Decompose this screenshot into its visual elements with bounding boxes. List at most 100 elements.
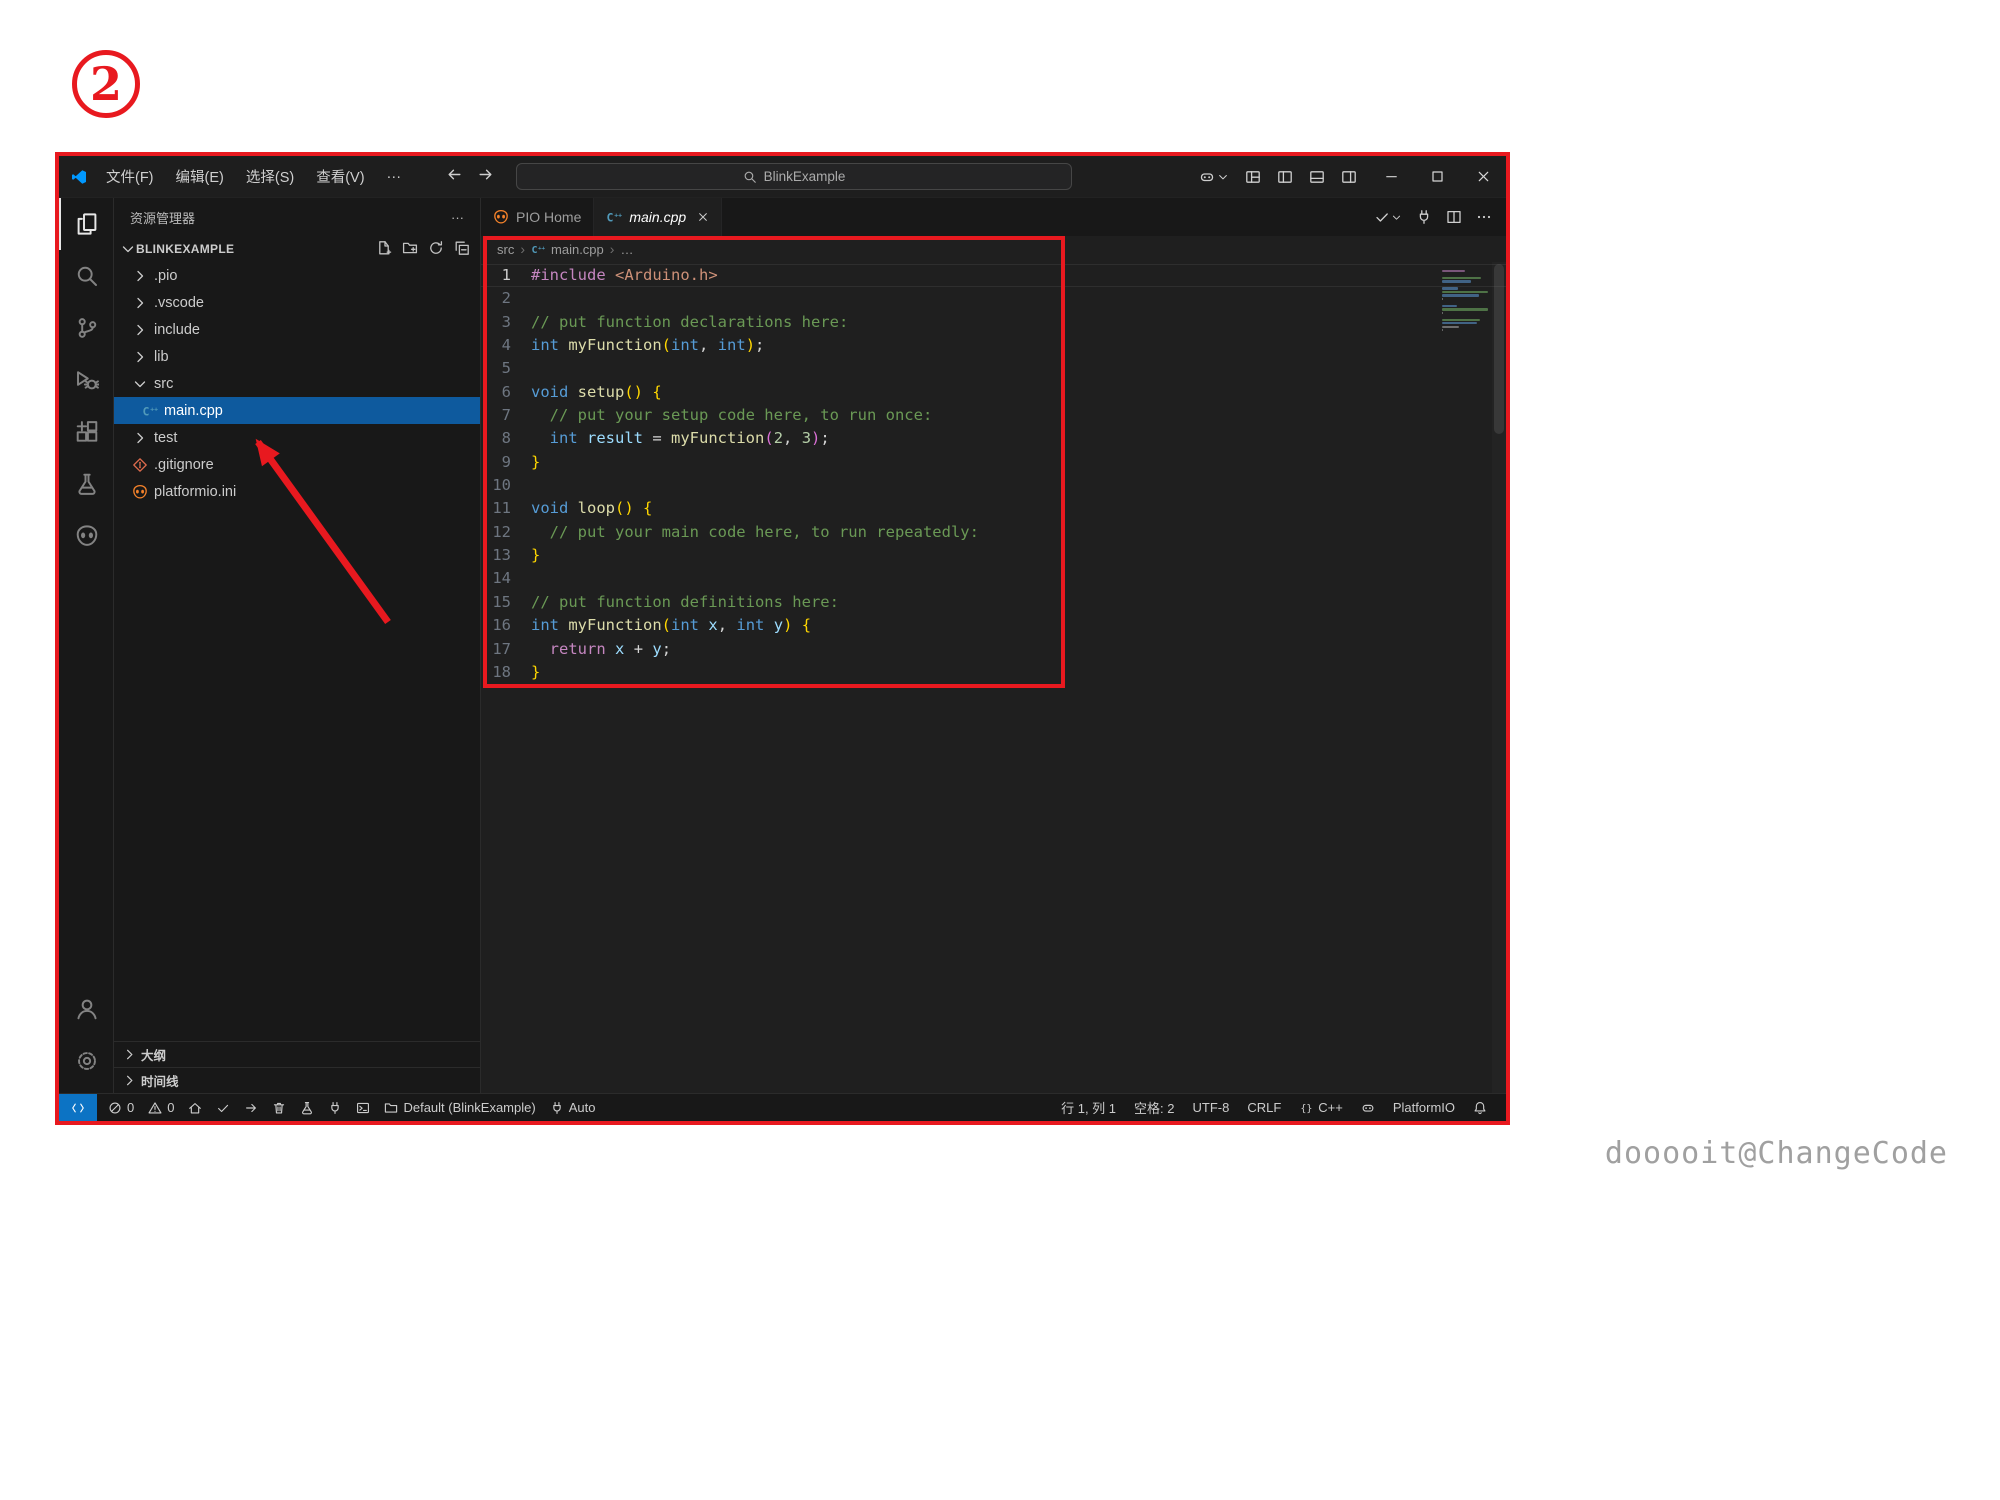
menu-item-3[interactable]: 查看(V) <box>305 162 375 191</box>
code-line-14[interactable]: 14 <box>481 567 1506 590</box>
code-line-16[interactable]: 16int myFunction(int x, int y) { <box>481 614 1506 637</box>
pio-env-selector[interactable]: Default (BlinkExample) <box>377 1094 542 1121</box>
pio-home-button[interactable] <box>181 1094 209 1121</box>
copilot-status[interactable] <box>1352 1094 1384 1121</box>
chevron-down-icon <box>132 376 148 392</box>
maximize-button[interactable] <box>1414 156 1460 197</box>
tree-item-src[interactable]: src <box>114 370 480 397</box>
copilot-button[interactable] <box>1196 166 1232 188</box>
tree-item-test[interactable]: test <box>114 424 480 451</box>
minimap[interactable] <box>1442 270 1490 333</box>
navigate-forward-button[interactable] <box>477 166 494 188</box>
status-label: 0 <box>167 1100 174 1115</box>
code-line-17[interactable]: 17 return x + y; <box>481 638 1506 661</box>
code-line-1[interactable]: 1#include <Arduino.h> <box>481 264 1506 287</box>
command-center-search[interactable]: BlinkExample <box>516 163 1072 190</box>
split-editor-button[interactable] <box>1446 209 1462 225</box>
scrollbar-thumb[interactable] <box>1494 264 1504 434</box>
pio-serial-monitor-button[interactable] <box>321 1094 349 1121</box>
pio-upload-button[interactable] <box>237 1094 265 1121</box>
problems-errors[interactable]: 0 <box>101 1094 141 1121</box>
refresh-explorer-button[interactable] <box>428 240 444 259</box>
code-line-6[interactable]: 6void setup() { <box>481 381 1506 404</box>
run-task-button[interactable] <box>1374 209 1402 225</box>
explorer-more-button[interactable]: ··· <box>451 210 464 225</box>
tree-item--pio[interactable]: .pio <box>114 262 480 289</box>
code-line-4[interactable]: 4int myFunction(int, int); <box>481 334 1506 357</box>
activity-platformio[interactable] <box>59 510 113 562</box>
tree-item--gitignore[interactable]: .gitignore <box>114 451 480 478</box>
menu-item-2[interactable]: 选择(S) <box>235 162 305 191</box>
code-line-9[interactable]: 9} <box>481 451 1506 474</box>
code-line-12[interactable]: 12 // put your main code here, to run re… <box>481 521 1506 544</box>
code-line-11[interactable]: 11void loop() { <box>481 497 1506 520</box>
activity-explorer[interactable] <box>59 198 113 250</box>
minimize-icon <box>1384 169 1399 184</box>
breadcrumb-item[interactable]: … <box>620 242 633 257</box>
eol-sequence[interactable]: CRLF <box>1238 1094 1290 1121</box>
activity-extensions[interactable] <box>59 406 113 458</box>
collapse-folders-button[interactable] <box>454 240 470 259</box>
pio-port-selector[interactable]: Auto <box>543 1094 603 1121</box>
activity-test[interactable] <box>59 458 113 510</box>
breadcrumb-item[interactable]: src <box>497 242 514 257</box>
activity-account[interactable] <box>59 983 113 1035</box>
tab-main-cpp[interactable]: C++main.cpp <box>594 198 722 236</box>
navigate-back-button[interactable] <box>446 166 463 188</box>
code-line-2[interactable]: 2 <box>481 287 1506 310</box>
pio-terminal-button[interactable] <box>349 1094 377 1121</box>
code-line-8[interactable]: 8 int result = myFunction(2, 3); <box>481 427 1506 450</box>
breadcrumb-item[interactable]: main.cpp <box>551 242 604 257</box>
close-button[interactable] <box>1460 156 1506 197</box>
sidebar-section-label: 大纲 <box>141 1045 166 1064</box>
code-line-13[interactable]: 13} <box>481 544 1506 567</box>
code-line-18[interactable]: 18} <box>481 661 1506 684</box>
code-line-7[interactable]: 7 // put your setup code here, to run on… <box>481 404 1506 427</box>
breadcrumb[interactable]: src›C++main.cpp›… <box>481 236 1506 262</box>
menu-item-0[interactable]: 文件(F) <box>95 162 165 191</box>
activity-settings[interactable] <box>59 1035 113 1087</box>
editor-more-actions-button[interactable] <box>1476 209 1492 225</box>
problems-warnings[interactable]: 0 <box>141 1094 181 1121</box>
code-line-10[interactable]: 10 <box>481 474 1506 497</box>
cursor-position[interactable]: 行 1, 列 1 <box>1052 1094 1125 1121</box>
notifications[interactable] <box>1464 1094 1496 1121</box>
pio-upload-button[interactable] <box>1416 209 1432 225</box>
encoding[interactable]: UTF-8 <box>1184 1094 1239 1121</box>
activity-source-control[interactable] <box>59 302 113 354</box>
toggle-panel-button[interactable] <box>1306 166 1328 188</box>
editor-scrollbar[interactable] <box>1492 262 1506 1093</box>
tree-item-include[interactable]: include <box>114 316 480 343</box>
code-editor[interactable]: 1#include <Arduino.h>2 3// put function … <box>481 262 1506 1093</box>
activity-run-debug[interactable] <box>59 354 113 406</box>
tree-item-main-cpp[interactable]: C++main.cpp <box>114 397 480 424</box>
code-line-5[interactable]: 5 <box>481 357 1506 380</box>
minimize-button[interactable] <box>1368 156 1414 197</box>
customize-layout-button[interactable] <box>1242 166 1264 188</box>
pio-test-button[interactable] <box>293 1094 321 1121</box>
toggle-secondary-sidebar-button[interactable] <box>1338 166 1360 188</box>
indentation[interactable]: 空格: 2 <box>1125 1094 1183 1121</box>
menu-item-1[interactable]: 编辑(E) <box>165 162 235 191</box>
platformio-status[interactable]: PlatformIO <box>1384 1094 1464 1121</box>
new-folder-button[interactable] <box>402 240 418 259</box>
explorer-section-header[interactable]: BLINKEXAMPLE <box>114 236 480 262</box>
sidebar-section-1[interactable]: 时间线 <box>114 1067 480 1093</box>
remote-indicator[interactable] <box>59 1094 97 1121</box>
explorer-actions <box>376 240 470 259</box>
tree-item-lib[interactable]: lib <box>114 343 480 370</box>
tree-item-platformio-ini[interactable]: platformio.ini <box>114 478 480 505</box>
sidebar-section-0[interactable]: 大纲 <box>114 1041 480 1067</box>
pio-clean-button[interactable] <box>265 1094 293 1121</box>
tab-pio-home[interactable]: PIO Home <box>481 198 594 236</box>
close-tab-button[interactable] <box>697 211 709 223</box>
pio-build-button[interactable] <box>209 1094 237 1121</box>
tree-item--vscode[interactable]: .vscode <box>114 289 480 316</box>
menu-more-button[interactable]: ··· <box>376 165 413 189</box>
new-file-button[interactable] <box>376 240 392 259</box>
toggle-primary-sidebar-button[interactable] <box>1274 166 1296 188</box>
code-line-15[interactable]: 15// put function definitions here: <box>481 591 1506 614</box>
activity-search[interactable] <box>59 250 113 302</box>
code-line-3[interactable]: 3// put function declarations here: <box>481 311 1506 334</box>
language-mode[interactable]: {}C++ <box>1290 1094 1352 1121</box>
